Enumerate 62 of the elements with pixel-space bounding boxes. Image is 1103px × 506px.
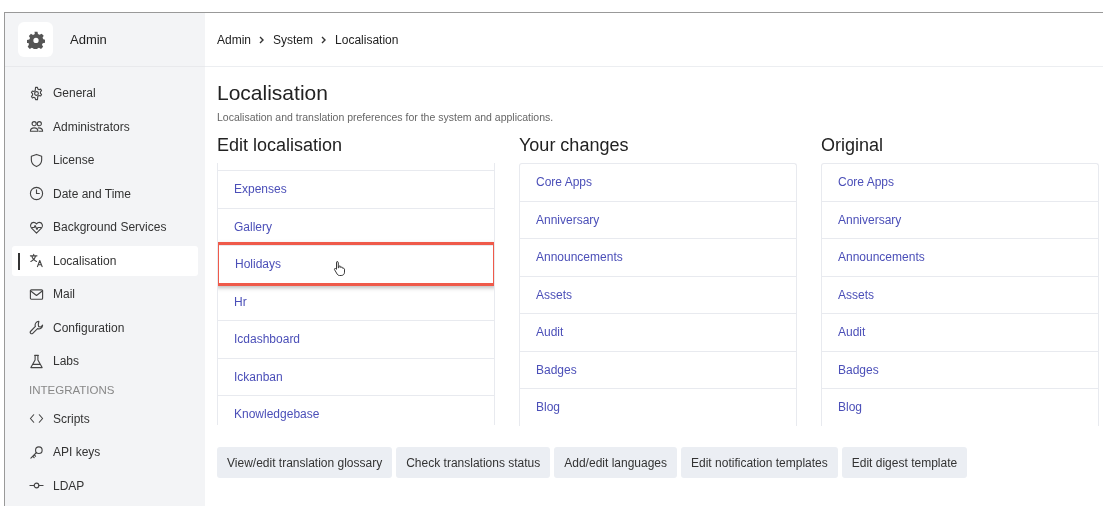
column-heading: Original [821, 135, 885, 156]
list-item[interactable]: Gallery [218, 207, 494, 245]
list-item[interactable]: Core Apps [822, 164, 1098, 201]
sidebar-item[interactable]: Configuration [12, 312, 198, 343]
list-item[interactable]: Anniversary [822, 200, 1098, 238]
sidebar-item[interactable]: Localisation [12, 245, 198, 276]
sidebar-item[interactable]: Scripts [12, 403, 198, 434]
list-item[interactable]: Announcements [822, 238, 1098, 276]
action-button[interactable]: Edit digest template [841, 447, 968, 478]
action-button[interactable]: Edit notification templates [681, 447, 838, 478]
list-item[interactable]: Badges [520, 350, 796, 388]
sidebar-item[interactable]: API keys [12, 437, 198, 467]
gear-icon [26, 30, 45, 49]
list-item[interactable]: Anniversary [520, 200, 796, 238]
list-item[interactable]: Blog [822, 388, 1098, 426]
translate-icon [29, 253, 44, 268]
code-icon [29, 411, 44, 426]
list-item[interactable]: Core Apps [520, 164, 796, 201]
sidebar-item[interactable]: Labs [12, 346, 198, 376]
column-heading: Edit localisation [217, 135, 344, 156]
sidebar-item[interactable]: Administrators [12, 111, 198, 142]
app-title: Admin [70, 32, 107, 47]
sidebar-item[interactable]: LDAP [12, 470, 198, 501]
list-item[interactable]: Icdashboard [218, 320, 494, 358]
list-item[interactable]: Blog [520, 388, 796, 426]
section-label: INTEGRATIONS [28, 382, 116, 398]
sidebar-item[interactable]: License [12, 145, 198, 175]
sidebar-item[interactable]: Mail [12, 279, 198, 309]
action-button[interactable]: Check translations status [396, 447, 551, 478]
wrench-icon [29, 320, 44, 335]
hand-cursor-icon [333, 260, 348, 277]
list-item[interactable]: Announcements [520, 238, 796, 276]
key-icon [29, 444, 44, 460]
list-item[interactable]: Expenses [218, 170, 494, 208]
flask-icon [29, 353, 44, 369]
page-title: Localisation [217, 81, 329, 105]
mail-icon [29, 286, 44, 302]
clock-icon [29, 186, 44, 201]
list-item[interactable]: Holidays [219, 245, 493, 283]
list-item[interactable]: Audit [822, 313, 1098, 351]
sidebar-item[interactable]: General [12, 78, 198, 108]
chevron-icon [258, 35, 266, 44]
list-item[interactable]: Audit [520, 313, 796, 351]
gear-icon [29, 85, 44, 101]
list-item[interactable]: Assets [822, 275, 1098, 313]
list-item[interactable]: Knowledgebase [218, 395, 494, 425]
list-item[interactable]: Ickanban [218, 357, 494, 395]
sidebar-item[interactable]: Date and Time [12, 178, 198, 209]
list-item[interactable]: Assets [520, 275, 796, 313]
list-item[interactable]: Badges [822, 350, 1098, 388]
shield-icon [29, 152, 44, 168]
heart-icon [29, 219, 44, 235]
people-icon [29, 119, 44, 134]
action-button[interactable]: View/edit translation glossary [217, 447, 393, 478]
breadcrumb-link[interactable]: Localisation [335, 32, 399, 47]
list-item[interactable]: Hr [218, 282, 494, 320]
breadcrumb-link[interactable]: System [273, 32, 314, 47]
column-heading: Your changes [519, 135, 630, 156]
sidebar-item[interactable]: Background Services [12, 212, 198, 242]
page-subtitle: Localisation and translation preferences for the system and applications. [217, 111, 555, 123]
breadcrumb-link[interactable]: Admin [217, 32, 251, 47]
action-button[interactable]: Add/edit languages [554, 447, 677, 478]
